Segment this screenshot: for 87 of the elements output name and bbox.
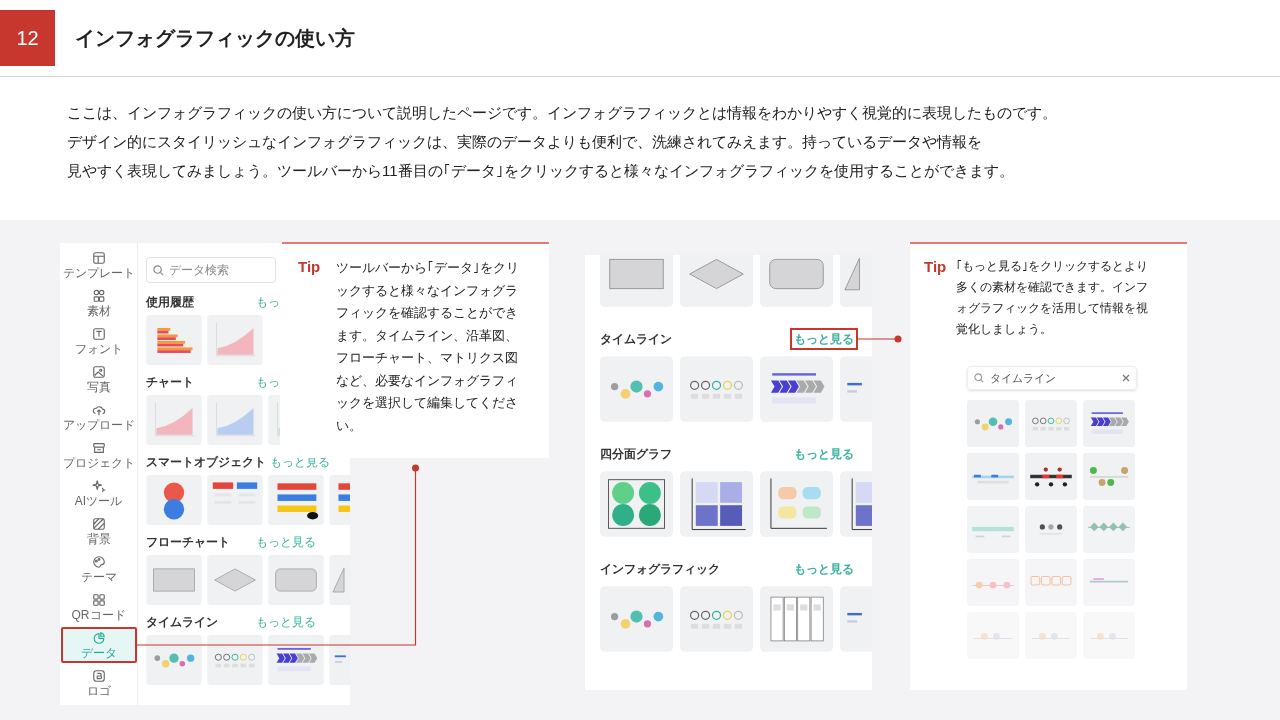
template-thumbnail[interactable] <box>1083 400 1135 447</box>
template-thumbnail[interactable] <box>1083 506 1135 553</box>
template-thumbnail[interactable] <box>207 395 263 445</box>
tip-text: ｢もっと見る｣をクリックするとより多くの素材を確認できます。インフォグラフィックを活用して情報を視覚化しましょう。 <box>956 258 1150 338</box>
template-thumbnail[interactable] <box>268 475 324 525</box>
intro-text: ここは、インフォグラフィックの使い方について説明したページです。インフォグラフィックとは情報をわかりやすく視覚的に表現したものです。 <box>67 103 1058 123</box>
template-thumbnail[interactable] <box>146 635 202 685</box>
sidebar-item[interactable]: QRコード <box>60 589 137 625</box>
page-title: インフォグラフィックの使い方 <box>75 26 355 51</box>
search-field[interactable]: タイムライン <box>967 366 1137 390</box>
template-thumbnail[interactable] <box>680 586 753 652</box>
sidebar-item[interactable]: アップロード <box>60 399 137 435</box>
template-thumbnail[interactable] <box>760 471 833 537</box>
pie-chart-icon <box>91 630 106 645</box>
page-number: 12 <box>0 10 55 66</box>
template-thumbnail[interactable] <box>1025 559 1077 606</box>
template-thumbnail[interactable] <box>1025 400 1077 447</box>
template-thumbnail[interactable] <box>207 475 263 525</box>
section-title: 使用履歴 <box>146 294 195 311</box>
template-thumbnail[interactable] <box>146 475 202 525</box>
section-title: インフォグラフィック <box>600 561 720 578</box>
template-thumbnail[interactable] <box>1083 612 1135 659</box>
intro-text: 見やすく表現してみましょう。ツールバーから11番目の｢データ｣をクリックすると様々なインフォグラフィックを使用することができます。 <box>67 161 1015 181</box>
template-thumbnail[interactable] <box>146 395 202 445</box>
template-thumbnail[interactable] <box>207 635 263 685</box>
template-thumbnail[interactable] <box>760 586 833 652</box>
template-thumbnail[interactable] <box>146 555 202 605</box>
tip-label: Tip <box>298 257 321 277</box>
grid-squares-icon <box>91 592 106 607</box>
template-thumbnail[interactable] <box>1083 453 1135 500</box>
leader-line <box>857 335 902 343</box>
sidebar-item[interactable]: AIツール <box>60 475 137 511</box>
section-title: スマートオブジェクト <box>146 454 267 471</box>
section-title: タイムライン <box>146 614 219 631</box>
sidebar-item[interactable]: 写真 <box>60 361 137 397</box>
letter-square-icon <box>91 668 106 683</box>
template-thumbnail[interactable] <box>680 356 753 422</box>
template-thumbnail[interactable] <box>268 555 324 605</box>
search-icon <box>974 373 984 383</box>
image-icon <box>91 364 106 379</box>
template-thumbnail[interactable] <box>967 559 1019 606</box>
section-title: チャート <box>146 374 195 391</box>
template-thumbnail[interactable] <box>1025 453 1077 500</box>
layout-icon <box>91 250 106 265</box>
section-title: タイムライン <box>600 331 672 348</box>
sidebar-item[interactable]: フォント <box>60 323 137 359</box>
template-thumbnail[interactable] <box>600 586 673 652</box>
template-thumbnail[interactable] <box>600 471 673 537</box>
template-thumbnail[interactable] <box>967 453 1019 500</box>
template-thumbnail[interactable] <box>680 255 753 307</box>
sidebar-item[interactable]: プロジェクト <box>60 437 137 473</box>
palette-icon <box>91 554 106 569</box>
archive-box-icon <box>91 440 106 455</box>
template-thumbnail[interactable] <box>600 356 673 422</box>
close-icon[interactable] <box>1122 374 1130 382</box>
template-thumbnail[interactable] <box>967 400 1019 447</box>
search-icon <box>153 264 164 276</box>
template-thumbnail[interactable] <box>1025 506 1077 553</box>
template-thumbnail[interactable] <box>207 555 263 605</box>
template-thumbnail[interactable] <box>1025 612 1077 659</box>
template-thumbnail[interactable] <box>1083 559 1135 606</box>
template-thumbnail[interactable] <box>268 635 324 685</box>
hatched-square-icon <box>91 516 106 531</box>
text-box-icon <box>91 326 106 341</box>
template-thumbnail[interactable] <box>967 506 1019 553</box>
template-thumbnail[interactable] <box>760 356 833 422</box>
template-thumbnail[interactable] <box>680 471 753 537</box>
template-thumbnail[interactable] <box>967 612 1019 659</box>
template-thumbnail[interactable] <box>760 255 833 307</box>
section-title: 四分面グラフ <box>600 446 672 463</box>
search-input[interactable]: タイムライン <box>990 369 1116 387</box>
search-field[interactable]: データ検索 <box>146 257 276 283</box>
sidebar-item[interactable]: テンプレート <box>60 247 137 283</box>
sidebar-item[interactable]: テーマ <box>60 551 137 587</box>
tip-label: Tip <box>924 257 947 277</box>
sidebar-item[interactable]: 素材 <box>60 285 137 321</box>
tip-text: ツールバーから｢データ｣をクリックすると様々なインフォグラフィックを確認することができます。タイムライン、沿革図、フローチャート、マトリクス図など、必要なインフォグラフィックを選択して編集してください。 <box>336 259 521 435</box>
template-thumbnail[interactable] <box>146 315 202 365</box>
template-thumbnail[interactable] <box>600 255 673 307</box>
intro-text: デザイン的にスタイリッシュなインフォグラフィックは、実際のデータよりも便利で、洗練されてみえます。持っているデータや情報を <box>67 132 983 152</box>
sidebar-item[interactable]: ロゴ <box>60 665 137 701</box>
template-thumbnail[interactable] <box>207 315 263 365</box>
sidebar-item[interactable]: 背景 <box>60 513 137 549</box>
search-input[interactable]: データ検索 <box>169 261 269 279</box>
sparkle-icon <box>91 478 106 493</box>
shapes-icon <box>91 288 106 303</box>
section-title: フローチャート <box>146 534 231 551</box>
